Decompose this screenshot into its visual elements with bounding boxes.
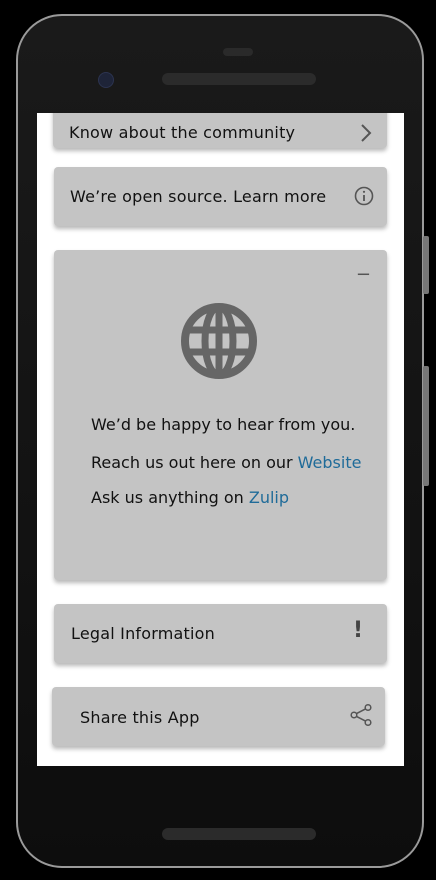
front-camera xyxy=(98,72,114,88)
top-speaker xyxy=(162,73,316,85)
share-app-label: Share this App xyxy=(80,708,200,727)
open-source-label: We’re open source. Learn more xyxy=(70,187,327,206)
zulip-link[interactable]: Zulip xyxy=(249,488,289,507)
volume-button xyxy=(423,366,429,486)
chevron-right-icon xyxy=(359,123,373,147)
legal-information-label: Legal Information xyxy=(71,624,215,643)
power-button xyxy=(423,236,429,294)
share-icon[interactable] xyxy=(349,703,373,731)
contact-intro-text: We’d be happy to hear from you. xyxy=(91,415,356,434)
website-link[interactable]: Website xyxy=(298,453,362,472)
collapse-icon[interactable]: − xyxy=(356,264,371,285)
community-label: Know about the community xyxy=(69,123,296,142)
legal-information-card[interactable]: Legal Information ! xyxy=(54,604,387,663)
share-app-card[interactable]: Share this App xyxy=(52,687,385,746)
info-icon[interactable] xyxy=(353,185,375,211)
exclamation-icon: ! xyxy=(352,618,363,643)
open-source-card[interactable]: We’re open source. Learn more xyxy=(54,167,387,226)
zulip-prefix-text: Ask us anything on xyxy=(91,488,249,507)
community-card[interactable]: Know about the community xyxy=(53,113,387,148)
app-screen: Know about the community We’re open sour… xyxy=(37,113,404,766)
contact-website-line: Reach us out here on our Website xyxy=(91,453,361,472)
globe-icon xyxy=(178,300,260,386)
earpiece xyxy=(223,48,253,56)
contact-zulip-line: Ask us anything on Zulip xyxy=(91,488,289,507)
bottom-speaker xyxy=(162,828,316,840)
website-prefix-text: Reach us out here on our xyxy=(91,453,298,472)
contact-card: − We’d be happy to hear from you. Reach … xyxy=(54,250,387,580)
